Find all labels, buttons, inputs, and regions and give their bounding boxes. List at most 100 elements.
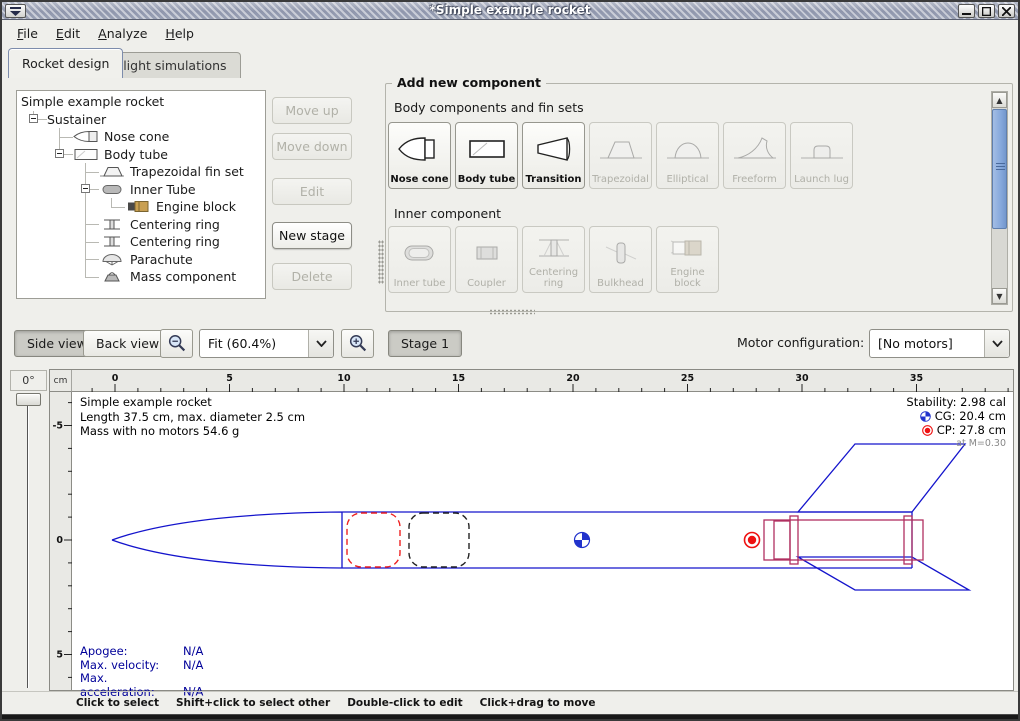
- section-label-inner-component: Inner component: [394, 206, 501, 221]
- add-nose-cone-button[interactable]: Nose cone: [388, 122, 451, 189]
- svg-text:20: 20: [566, 373, 580, 384]
- cg-value: CG: 20.4 cm: [935, 409, 1006, 423]
- add-launch-lug-button: Launch lug: [790, 122, 853, 189]
- motor-configuration-select[interactable]: [No motors]: [869, 329, 1010, 358]
- tree-item-engine-block[interactable]: Engine block: [21, 198, 265, 216]
- tab-rocket-design[interactable]: Rocket design: [8, 48, 123, 78]
- scroll-down-button[interactable]: ▼: [992, 288, 1007, 304]
- zoom-level-select[interactable]: Fit (60.4%): [199, 329, 334, 358]
- add-body-tube-button[interactable]: Body tube: [455, 122, 518, 189]
- engine-block-outline[interactable]: [774, 521, 790, 559]
- status-hint: Shift+click to select other: [176, 697, 330, 709]
- chevron-down-icon: [308, 330, 333, 357]
- stability-info: Stability: 2.98 cal CG: 20.4 cm CP: 27.8…: [906, 395, 1006, 451]
- bodytube-icon: [456, 123, 517, 175]
- rotation-slider-track[interactable]: [27, 402, 29, 688]
- tree-item-label: Trapezoidal fin set: [130, 164, 244, 179]
- cg-legend-icon: [920, 411, 931, 422]
- transition-icon: [523, 123, 584, 175]
- cg-marker: [575, 533, 590, 548]
- flight-value: N/A: [183, 644, 203, 658]
- rotation-slider-handle[interactable]: [16, 393, 41, 406]
- parachute-outline[interactable]: [347, 513, 400, 567]
- nose-cone-outline[interactable]: [112, 512, 342, 568]
- engineblock-icon: [125, 200, 151, 213]
- bulkhead-icon: [590, 227, 651, 279]
- svg-text:-5: -5: [52, 421, 63, 432]
- chevron-down-icon: [984, 330, 1009, 357]
- tree-item-nose-cone[interactable]: Nose cone: [21, 128, 265, 146]
- innertube-icon: [99, 183, 125, 196]
- tree-item-inner-tube[interactable]: Inner Tube: [21, 181, 265, 199]
- freeform-icon: [724, 123, 785, 175]
- svg-text:15: 15: [452, 373, 465, 384]
- trapezoidal-icon: [590, 123, 651, 175]
- tree-item-centering-ring[interactable]: Centering ring: [21, 233, 265, 251]
- tree-item-label: Inner Tube: [130, 182, 196, 197]
- component-button-label: Launch lug: [794, 175, 849, 186]
- tree-item-body-tube[interactable]: Body tube: [21, 146, 265, 164]
- centeringring-icon: [523, 227, 584, 268]
- launchlug-icon: [791, 123, 852, 175]
- coupler-icon: [456, 227, 517, 279]
- back-view-button[interactable]: Back view: [83, 330, 172, 357]
- maximize-button[interactable]: [978, 4, 995, 18]
- svg-text:5: 5: [226, 373, 233, 384]
- minimize-button[interactable]: [958, 4, 975, 18]
- rocket-canvas[interactable]: Simple example rocket Length 37.5 cm, ma…: [72, 392, 1013, 690]
- tree-item-sustainer[interactable]: Sustainer: [21, 111, 265, 129]
- tree-item-parachute[interactable]: Parachute: [21, 251, 265, 269]
- menu-edit[interactable]: Edit: [47, 23, 89, 44]
- add-transition-button[interactable]: Transition: [522, 122, 585, 189]
- component-button-label: Nose cone: [390, 175, 448, 186]
- status-bar: Click to selectShift+click to select oth…: [2, 691, 1018, 714]
- component-button-label: Inner tube: [394, 279, 446, 290]
- tree-expander-icon[interactable]: [29, 114, 38, 123]
- stage-1-toggle[interactable]: Stage 1: [388, 330, 462, 357]
- tree-item-label: Centering ring: [130, 217, 220, 232]
- component-button-label: Body tube: [458, 175, 516, 186]
- mass-component-outline[interactable]: [409, 513, 469, 567]
- menu-analyze[interactable]: Analyze: [89, 23, 156, 44]
- tree-expander-icon[interactable]: [81, 184, 90, 193]
- minimize-icon: [962, 7, 971, 16]
- edit-button: Edit: [272, 178, 352, 205]
- tree-item-label: Nose cone: [104, 129, 169, 144]
- scroll-up-button[interactable]: ▲: [992, 92, 1007, 108]
- tree-item-trapezoidal-fin-set[interactable]: Trapezoidal fin set: [21, 163, 265, 181]
- section-label-body-components-and-fin-sets: Body components and fin sets: [394, 100, 584, 115]
- zoom-out-button[interactable]: [160, 329, 193, 358]
- centeringring-icon: [99, 235, 125, 248]
- svg-text:35: 35: [910, 373, 923, 384]
- zoom-out-icon: [166, 333, 188, 355]
- close-button[interactable]: [998, 4, 1015, 18]
- nosecone-icon: [389, 123, 450, 175]
- tree-item-mass-component[interactable]: Mass component: [21, 268, 265, 286]
- menu-help[interactable]: Help: [156, 23, 203, 44]
- close-icon: [1002, 7, 1011, 16]
- tree-item-centering-ring[interactable]: Centering ring: [21, 216, 265, 234]
- inner-tube-outline[interactable]: [764, 520, 923, 560]
- fin-upper-outline[interactable]: [798, 444, 965, 512]
- flight-row: Max. velocity:N/A: [80, 659, 203, 673]
- cp-marker: [745, 533, 760, 548]
- design-info: Simple example rocket Length 37.5 cm, ma…: [80, 395, 305, 439]
- menu-bar: FileEditAnalyzeHelp: [4, 21, 1018, 46]
- tree-item-simple-example-rocket[interactable]: Simple example rocket: [21, 93, 265, 111]
- add-component-title: Add new component: [392, 75, 546, 90]
- rotation-angle-display: 0°: [10, 370, 47, 391]
- tree-expander-icon[interactable]: [55, 149, 64, 158]
- window-bottom-edge: [2, 714, 1018, 719]
- component-button-label: Coupler: [467, 279, 506, 290]
- component-button-label: Centering ring: [523, 268, 584, 289]
- tree-item-label: Body tube: [104, 147, 168, 162]
- fin-lower-outline[interactable]: [798, 557, 969, 590]
- fin-icon: [99, 165, 125, 178]
- tree-item-label: Parachute: [130, 252, 193, 267]
- scroll-thumb[interactable]: [992, 109, 1007, 229]
- menu-file[interactable]: File: [8, 23, 47, 44]
- zoom-in-button[interactable]: [341, 329, 374, 358]
- new-stage-button[interactable]: New stage: [272, 222, 352, 249]
- vertical-splitter-handle[interactable]: [378, 240, 384, 284]
- component-scrollbar[interactable]: ▲ ▼: [991, 91, 1008, 305]
